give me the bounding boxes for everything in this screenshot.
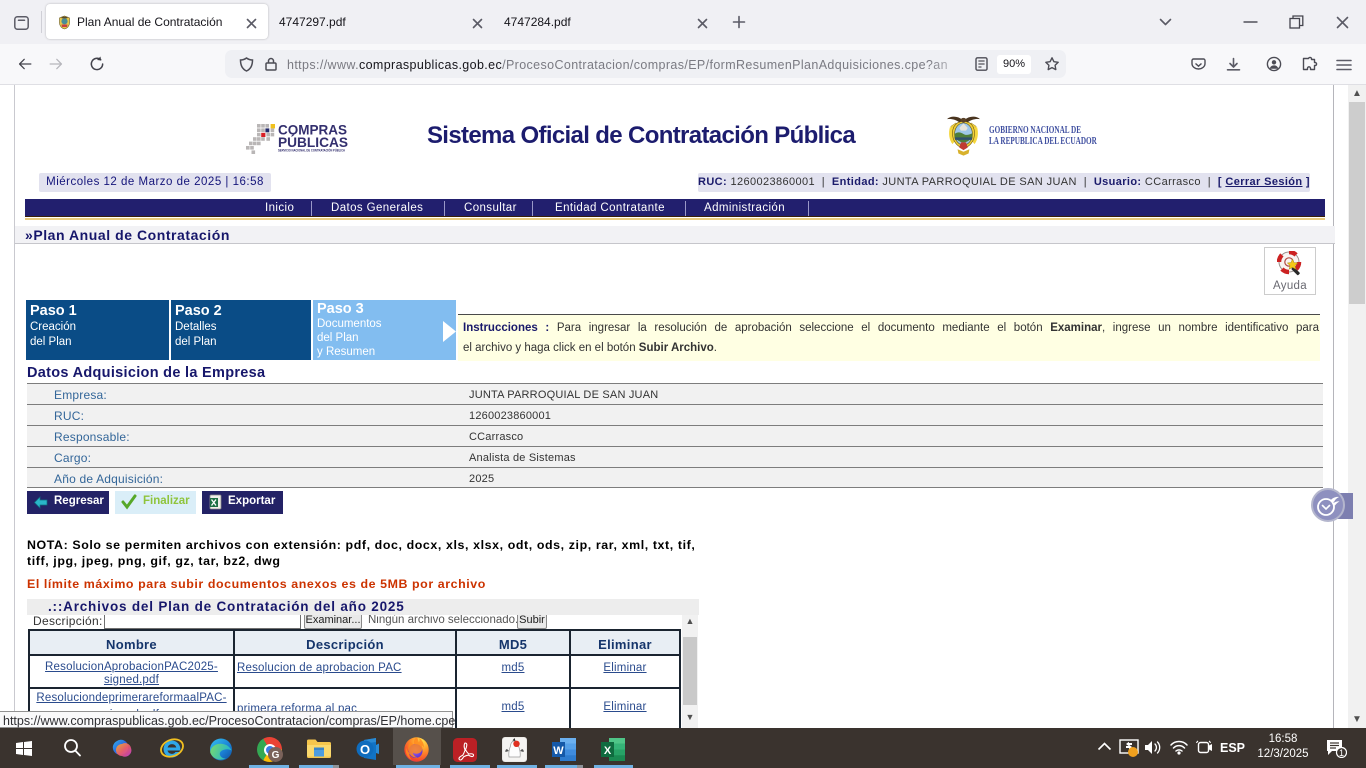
- svg-text:1: 1: [1339, 748, 1344, 758]
- svg-text:PÚBLICAS: PÚBLICAS: [278, 133, 348, 150]
- svg-text:SERVICIO NACIONAL DE CONTRATAC: SERVICIO NACIONAL DE CONTRATACIÓN PÚBLIC…: [278, 148, 345, 153]
- svg-text:O: O: [360, 742, 370, 757]
- svg-text:W: W: [553, 745, 564, 757]
- svg-text:X: X: [604, 745, 612, 757]
